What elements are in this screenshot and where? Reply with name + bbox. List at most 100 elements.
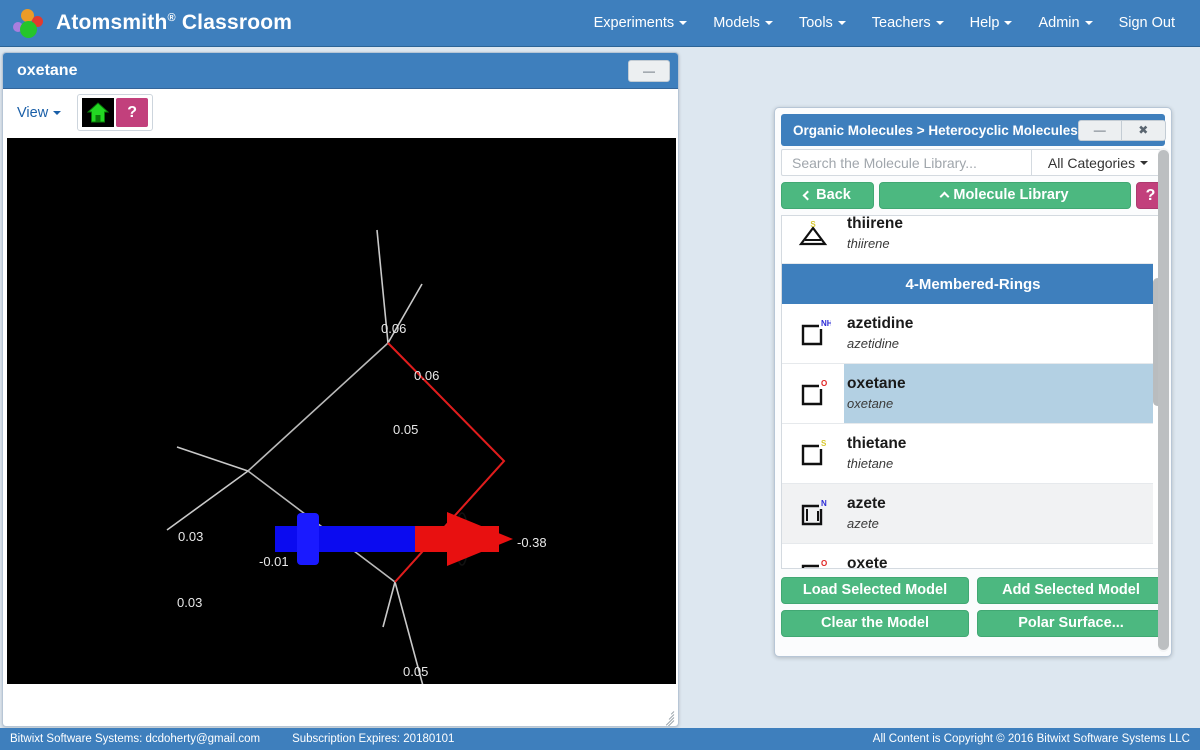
molecule-window-titlebar[interactable]: oxetane — [3, 53, 678, 89]
view-menu-label: View [17, 104, 49, 121]
azete-structure-icon: N [782, 484, 844, 543]
nav-label: Help [969, 15, 1000, 31]
list-item[interactable]: N azete azete [782, 484, 1164, 544]
resize-handle[interactable] [658, 706, 675, 726]
clear-the-model-button[interactable]: Clear the Model [781, 610, 969, 637]
library-action-row: Clear the Model Polar Surface... [781, 610, 1165, 637]
nav-item-teachers[interactable]: Teachers [859, 9, 957, 37]
brand-name: Atomsmith [56, 11, 168, 34]
molecule-name: oxete [847, 555, 888, 569]
nav-item-admin[interactable]: Admin [1025, 9, 1105, 37]
molecule-formula: thiirene [847, 236, 890, 252]
nav-label: Experiments [593, 15, 675, 31]
molecule-list-inner: S thiirene thiirene 4-Membered-Rings NH [782, 215, 1164, 569]
charge-label: 0.06 [414, 368, 439, 383]
list-item-text: oxetane oxetane [844, 364, 1164, 423]
chevron-down-icon [1140, 160, 1149, 165]
add-selected-model-button[interactable]: Add Selected Model [977, 577, 1165, 604]
charge-label: 0.06 [381, 321, 406, 336]
charge-label: -0.38 [517, 535, 547, 550]
chevron-down-icon [764, 21, 773, 26]
azetidine-structure-icon: NH [782, 304, 844, 363]
molecule-list[interactable]: S thiirene thiirene 4-Membered-Rings NH [781, 215, 1165, 569]
charge-label: 0.05 [403, 664, 428, 679]
breadcrumb: Organic Molecules > Heterocyclic Molecul… [793, 122, 1078, 138]
chevron-down-icon [53, 110, 62, 115]
molecule-3d-canvas[interactable]: 0.06 0.06 0.05 0.03 -0.01 0.03 -0.38 0.0… [7, 138, 676, 684]
footer-copyright: All Content is Copyright © 2016 Bitwixt … [872, 733, 1190, 745]
nav-label: Admin [1038, 15, 1080, 31]
svg-text:O: O [821, 559, 827, 568]
back-button-label: Back [816, 187, 851, 203]
library-button-row: Back Molecule Library ? [781, 182, 1165, 209]
library-titlebar[interactable]: Organic Molecules > Heterocyclic Molecul… [781, 114, 1166, 146]
chevron-left-icon [802, 190, 813, 201]
list-item-text: thietane thietane [844, 424, 1164, 483]
nav-item-experiments[interactable]: Experiments [581, 9, 701, 37]
svg-text:S: S [821, 439, 827, 448]
list-item-text: azete azete [844, 484, 1164, 543]
close-icon[interactable]: ✖ [1121, 119, 1166, 141]
footer-contact: Bitwixt Software Systems: dcdoherty@gmai… [10, 733, 261, 745]
thietane-structure-icon: S [782, 424, 844, 483]
nav-label: Teachers [871, 15, 931, 31]
nav-item-help[interactable]: Help [957, 9, 1026, 37]
thiirene-structure-icon: S [782, 216, 844, 263]
back-button[interactable]: Back [781, 182, 874, 209]
atom-logo-icon [12, 6, 46, 40]
section-header: 4-Membered-Rings [782, 264, 1164, 304]
polar-surface-button[interactable]: Polar Surface... [977, 610, 1165, 637]
window-buttons: — ✖ [1077, 119, 1166, 141]
home-icon[interactable] [82, 98, 115, 127]
list-item[interactable]: S thietane thietane [782, 424, 1164, 484]
oxete-structure-icon: O [782, 544, 844, 568]
molecule-library-panel: Organic Molecules > Heterocyclic Molecul… [774, 107, 1172, 657]
list-item-text: oxete oxete [844, 544, 1164, 569]
top-navbar: Atomsmith® Classroom Experiments Models … [0, 0, 1200, 47]
molecule-name: oxetane [847, 375, 906, 393]
panel-scrollbar-thumb[interactable] [1158, 150, 1169, 650]
chevron-down-icon [1084, 21, 1093, 26]
list-item[interactable]: NH azetidine azetidine [782, 304, 1164, 364]
molecule-formula: thietane [847, 456, 894, 472]
footer-bar: Bitwixt Software Systems: dcdoherty@gmai… [0, 728, 1200, 750]
footer-subscription: Subscription Expires: 20180101 [292, 733, 455, 745]
list-item[interactable]: O oxete oxete [782, 544, 1164, 569]
molecule-window-title: oxetane [17, 61, 78, 79]
brand[interactable]: Atomsmith® Classroom [12, 6, 292, 40]
list-item[interactable]: S thiirene thiirene [782, 215, 1164, 264]
nav-item-models[interactable]: Models [700, 9, 786, 37]
charge-label: 0.03 [177, 595, 202, 610]
library-search-row: All Categories [781, 149, 1165, 176]
library-actions: Load Selected Model Add Selected Model C… [781, 577, 1165, 637]
page-title: Atomsmith® Classroom [56, 11, 292, 35]
chevron-down-icon [935, 21, 944, 26]
molecule-name: azete [847, 495, 886, 513]
brand-suffix: Classroom [175, 11, 293, 34]
molecule-library-button[interactable]: Molecule Library [879, 182, 1131, 209]
chevron-down-icon [1004, 21, 1013, 26]
svg-text:S: S [810, 220, 816, 229]
nav-menu: Experiments Models Tools Teachers Help A… [581, 9, 1188, 37]
search-input[interactable] [782, 150, 1031, 175]
molecule-toolbar: View ? [3, 89, 678, 136]
molecule-viewer-window: oxetane — View ? 0.06 0.06 0.05 0.03 -0.… [2, 52, 679, 727]
charge-label: 0.05 [393, 422, 418, 437]
minimize-button[interactable]: — [628, 59, 670, 82]
charge-label: -0.01 [259, 554, 289, 569]
oxetane-structure-icon: O [782, 364, 844, 423]
view-menu[interactable]: View [17, 104, 62, 121]
molecule-formula: azetidine [847, 336, 900, 352]
toolbar-button-group: ? [77, 94, 154, 131]
nav-item-tools[interactable]: Tools [786, 9, 859, 37]
chevron-down-icon [679, 21, 688, 26]
help-button[interactable]: ? [116, 98, 149, 127]
list-item-selected[interactable]: O oxetane oxetane [782, 364, 1164, 424]
nav-item-sign-out[interactable]: Sign Out [1106, 9, 1188, 37]
load-selected-model-button[interactable]: Load Selected Model [781, 577, 969, 604]
list-item-text: thiirene thiirene [844, 215, 1164, 263]
molecule-name: thiirene [847, 215, 903, 233]
minimize-button[interactable]: — [1077, 119, 1122, 141]
svg-text:N: N [821, 499, 827, 508]
category-select[interactable]: All Categories [1031, 150, 1164, 175]
